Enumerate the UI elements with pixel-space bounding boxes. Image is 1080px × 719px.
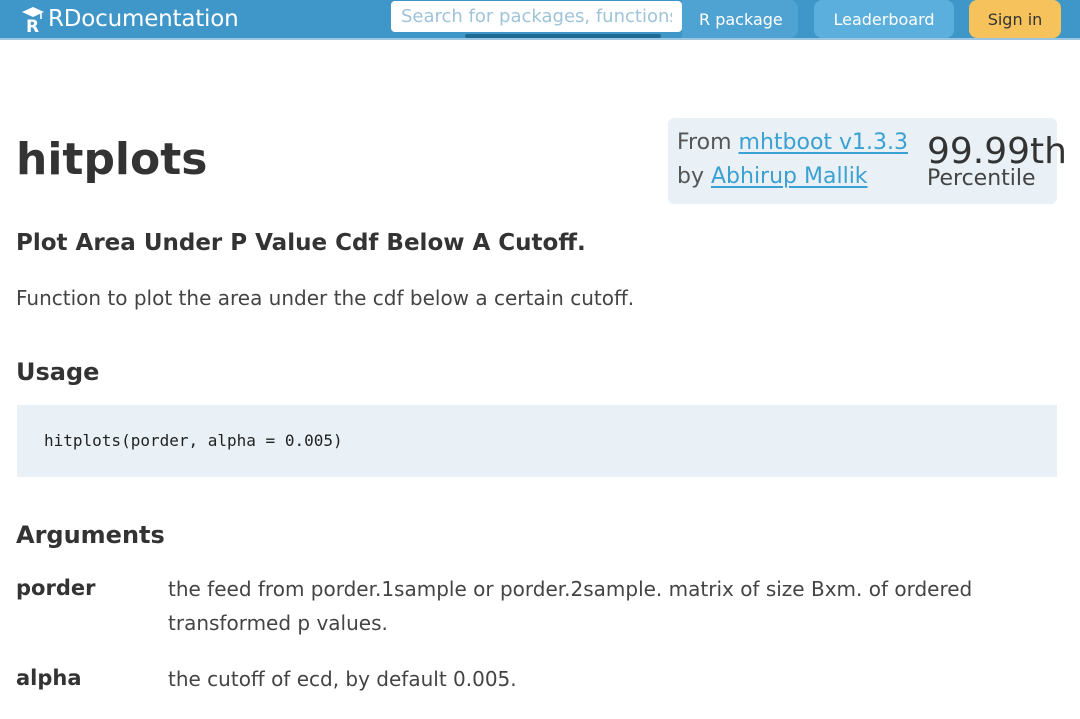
rdocumentation-logo[interactable]: R RDocumentation [20,3,239,35]
function-description: Function to plot the area under the cdf … [16,286,635,310]
sign-in-button[interactable]: Sign in [969,0,1061,38]
function-subtitle: Plot Area Under P Value Cdf Below A Cuto… [16,230,586,256]
graduation-cap-r-icon: R [22,7,44,34]
arguments-heading: Arguments [16,521,165,549]
leaderboard-button[interactable]: Leaderboard [814,0,954,38]
svg-text:R: R [26,17,39,34]
package-link[interactable]: mhtboot v1.3.3 [739,130,909,155]
r-package-label: R package [699,9,783,29]
top-navbar: R RDocumentation R package Leaderboard S… [0,0,1080,40]
author-link[interactable]: Abhirup Mallik [711,164,868,189]
search-underline [465,34,661,38]
from-prefix: From [677,130,732,155]
by-line: by Abhirup Mallik [677,164,868,189]
leaderboard-label: Leaderboard [833,9,935,29]
page-title: hitplots [16,134,208,185]
argument-description-porder: the feed from porder.1sample or porder.2… [168,577,973,635]
search-input[interactable] [391,1,682,32]
argument-description-alpha: the cutoff of ecd, by default 0.005. [168,667,517,691]
by-prefix: by [677,164,704,189]
argument-name-porder: porder [16,576,96,600]
percentile-label: Percentile [927,166,1036,191]
from-line: From mhtboot v1.3.3 [677,130,908,155]
logo-text: RDocumentation [48,6,239,32]
argument-name-alpha: alpha [16,666,82,690]
sign-in-label: Sign in [987,9,1043,29]
usage-heading: Usage [16,358,100,386]
package-info-box: From mhtboot v1.3.3 by Abhirup Mallik 99… [668,118,1067,204]
r-package-button[interactable]: R package [682,0,798,38]
usage-code-block: hitplots(porder, alpha = 0.005) [17,405,1057,477]
